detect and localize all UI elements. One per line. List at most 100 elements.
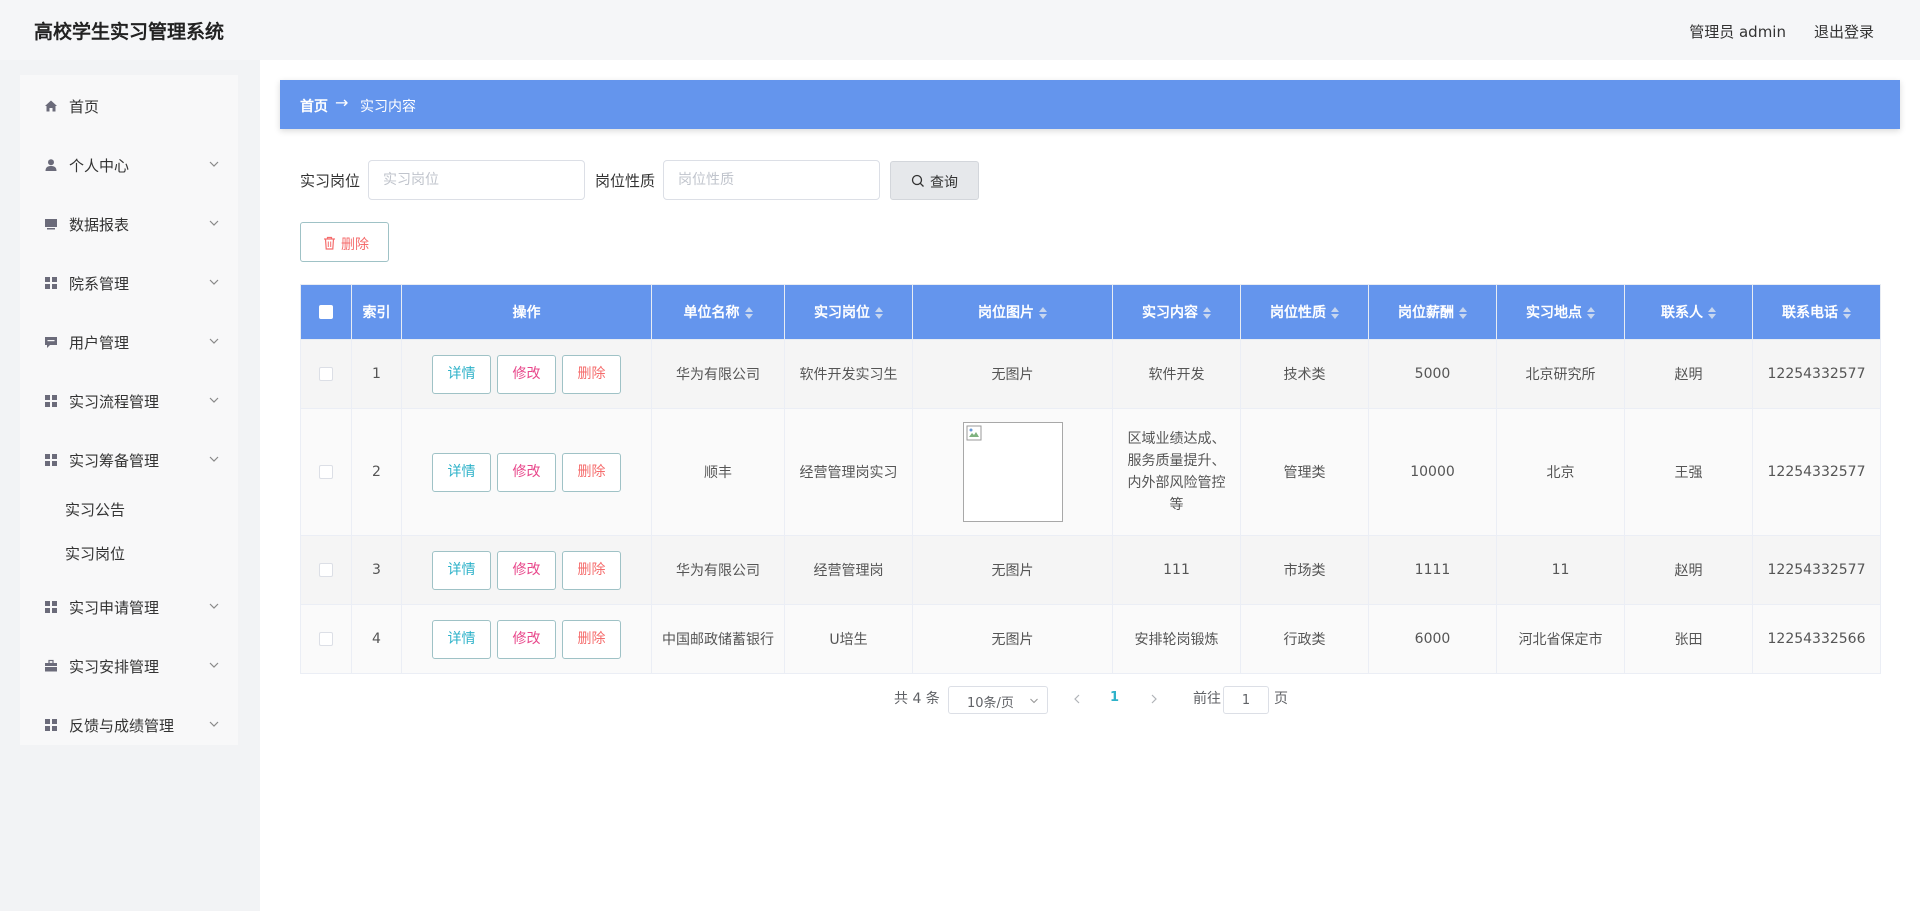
next-page-icon[interactable] xyxy=(1148,693,1160,705)
admin-name: 管理员 admin xyxy=(1689,23,1786,41)
table-row: 3 详情 修改 删除 华为有限公司 经营管理岗 无图片 111 市场类 1111 1… xyxy=(300,535,1881,605)
contact-cell: 王强 xyxy=(1624,408,1753,536)
company-cell: 华为有限公司 xyxy=(651,339,785,409)
sidebar-item-label: 用户管理 xyxy=(69,334,130,352)
sidebar-item-user-management[interactable]: 用户管理 xyxy=(20,322,238,362)
search-button-label: 查询 xyxy=(930,175,958,191)
sidebar-item-data-report[interactable]: 数据报表 xyxy=(20,204,238,244)
batch-delete-button[interactable]: 删除 xyxy=(300,222,389,262)
sidebar-item-label: 个人中心 xyxy=(69,157,130,175)
sort-icon[interactable] xyxy=(744,307,753,319)
header-contact[interactable]: 联系人 xyxy=(1624,284,1753,340)
header-select-all[interactable] xyxy=(300,284,352,340)
sort-icon[interactable] xyxy=(1203,307,1211,319)
index-cell: 4 xyxy=(351,604,402,674)
header-salary[interactable]: 岗位薪酬 xyxy=(1368,284,1497,340)
image-cell xyxy=(912,408,1113,536)
sort-icon[interactable] xyxy=(1708,307,1716,319)
table-header-row: 索引 操作 单位名称 实习岗位 岗位图片 实习内容 岗位性质 岗位薪酬 实习地点… xyxy=(300,284,1881,340)
internship-content-table: 索引 操作 单位名称 实习岗位 岗位图片 实习内容 岗位性质 岗位薪酬 实习地点… xyxy=(300,284,1881,674)
content-cell: 111 xyxy=(1112,535,1241,605)
chat-icon xyxy=(45,337,57,348)
delete-button[interactable]: 删除 xyxy=(562,354,621,394)
chevron-down-icon xyxy=(209,603,219,609)
sidebar-item-feedback-grades[interactable]: 反馈与成绩管理 xyxy=(20,705,238,745)
sort-icon[interactable] xyxy=(1587,307,1595,319)
sidebar-item-label: 实习安排管理 xyxy=(69,658,160,676)
index-cell: 2 xyxy=(351,408,402,536)
chevron-down-icon xyxy=(209,721,219,727)
detail-button[interactable]: 详情 xyxy=(432,550,491,590)
sidebar: 首页 个人中心 数据报表 院系管理 用户管理 实习流程管理 实习筹备管理 实习公… xyxy=(20,75,238,745)
edit-button[interactable]: 修改 xyxy=(497,550,556,590)
page-size-select[interactable]: 10条/页 xyxy=(948,686,1048,714)
phone-cell: 12254332566 xyxy=(1752,604,1881,674)
header-label: 岗位图片 xyxy=(978,305,1034,321)
sidebar-item-internship-application[interactable]: 实习申请管理 xyxy=(20,587,238,627)
sidebar-item-label: 实习流程管理 xyxy=(69,393,160,411)
position-image[interactable] xyxy=(962,422,1063,522)
contact-cell: 赵明 xyxy=(1624,535,1753,605)
edit-button[interactable]: 修改 xyxy=(497,354,556,394)
sidebar-subitem-internship-notice[interactable]: 实习公告 xyxy=(20,491,238,527)
sidebar-item-home[interactable]: 首页 xyxy=(20,86,238,126)
page-number[interactable]: 1 xyxy=(1110,690,1119,705)
delete-button[interactable]: 删除 xyxy=(562,452,621,492)
row-checkbox[interactable] xyxy=(319,632,333,646)
app-title: 高校学生实习管理系统 xyxy=(34,21,225,43)
content-cell: 安排轮岗锻炼 xyxy=(1112,604,1241,674)
nature-cell: 市场类 xyxy=(1240,535,1369,605)
phone-cell: 12254332577 xyxy=(1752,408,1881,536)
nature-filter-input[interactable] xyxy=(663,160,880,200)
header-label: 岗位性质 xyxy=(1270,305,1326,321)
breadcrumb-home[interactable]: 首页 xyxy=(300,96,328,116)
select-all-checkbox[interactable] xyxy=(319,305,333,319)
delete-button[interactable]: 删除 xyxy=(562,619,621,659)
nature-cell: 技术类 xyxy=(1240,339,1369,409)
sort-icon[interactable] xyxy=(875,307,883,319)
row-checkbox[interactable] xyxy=(319,465,333,479)
header-location[interactable]: 实习地点 xyxy=(1496,284,1625,340)
prev-page-icon[interactable] xyxy=(1071,693,1083,705)
search-button[interactable]: 查询 xyxy=(890,161,979,200)
row-checkbox[interactable] xyxy=(319,563,333,577)
sidebar-item-personal-center[interactable]: 个人中心 xyxy=(20,145,238,185)
search-icon xyxy=(911,174,924,187)
breadcrumb-current: 实习内容 xyxy=(360,99,416,115)
header-nature[interactable]: 岗位性质 xyxy=(1240,284,1369,340)
header-label: 岗位薪酬 xyxy=(1398,305,1454,321)
detail-button[interactable]: 详情 xyxy=(432,452,491,492)
goto-page-input[interactable] xyxy=(1223,686,1269,714)
header-content[interactable]: 实习内容 xyxy=(1112,284,1241,340)
edit-button[interactable]: 修改 xyxy=(497,619,556,659)
index-cell: 3 xyxy=(351,535,402,605)
sort-icon[interactable] xyxy=(1459,307,1467,319)
sort-icon[interactable] xyxy=(1331,307,1339,319)
header-position[interactable]: 实习岗位 xyxy=(784,284,913,340)
logout-button[interactable]: 退出登录 xyxy=(1814,21,1874,42)
sort-icon[interactable] xyxy=(1039,307,1047,319)
sidebar-subitem-internship-position[interactable]: 实习岗位 xyxy=(20,535,238,571)
sort-icon[interactable] xyxy=(1843,307,1851,319)
detail-button[interactable]: 详情 xyxy=(432,354,491,394)
nature-filter-label: 岗位性质 xyxy=(595,172,656,190)
header-label: 实习内容 xyxy=(1142,305,1198,321)
content-cell: 区域业绩达成、服务质量提升、内外部风险管控等 xyxy=(1112,408,1241,536)
row-checkbox[interactable] xyxy=(319,367,333,381)
sidebar-item-internship-preparation[interactable]: 实习筹备管理 xyxy=(20,440,238,480)
sidebar-subitem-label: 实习岗位 xyxy=(65,545,126,563)
position-filter-input[interactable] xyxy=(368,160,585,200)
header-image[interactable]: 岗位图片 xyxy=(912,284,1113,340)
edit-button[interactable]: 修改 xyxy=(497,452,556,492)
delete-button[interactable]: 删除 xyxy=(562,550,621,590)
sidebar-item-label: 院系管理 xyxy=(69,275,130,293)
sidebar-item-internship-process[interactable]: 实习流程管理 xyxy=(20,381,238,421)
header-phone[interactable]: 联系电话 xyxy=(1752,284,1881,340)
detail-button[interactable]: 详情 xyxy=(432,619,491,659)
broken-image-icon xyxy=(966,425,981,441)
header-company[interactable]: 单位名称 xyxy=(651,284,785,340)
sidebar-item-internship-arrangement[interactable]: 实习安排管理 xyxy=(20,646,238,686)
actions-cell: 详情 修改 删除 xyxy=(401,408,652,536)
page-size-value: 10条/页 xyxy=(967,696,1014,711)
sidebar-item-department[interactable]: 院系管理 xyxy=(20,263,238,303)
